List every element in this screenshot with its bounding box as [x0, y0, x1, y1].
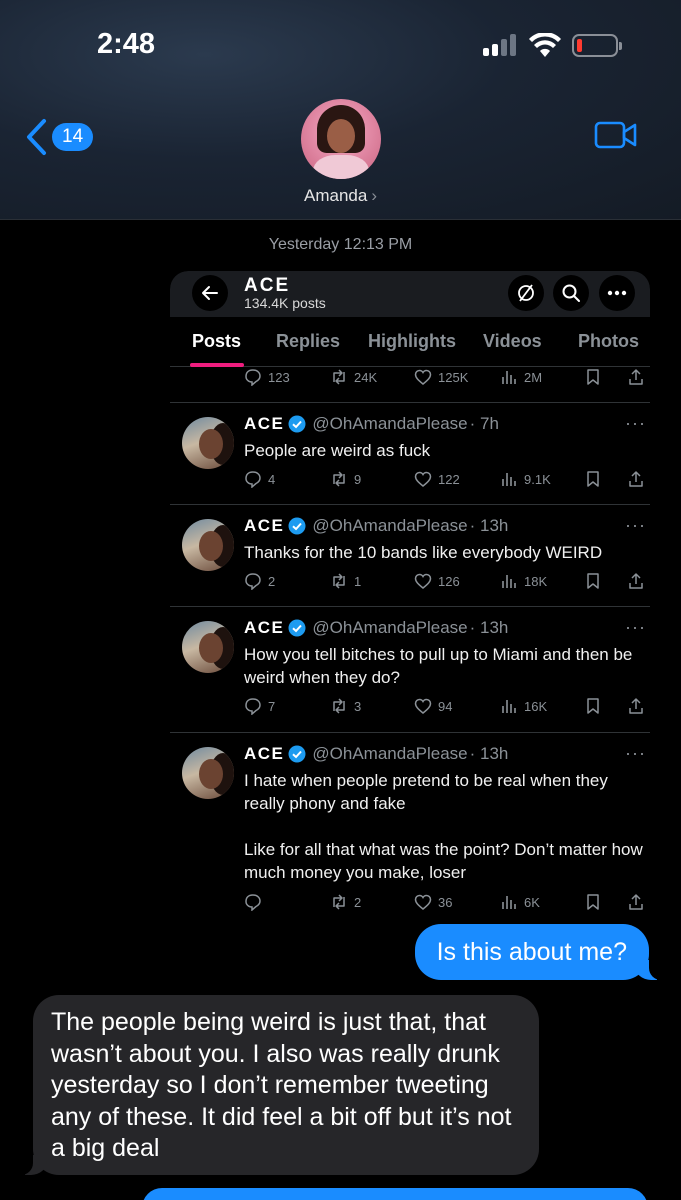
bookmark-icon — [584, 697, 602, 715]
wifi-icon — [529, 33, 561, 57]
like-icon: 126 — [414, 572, 460, 590]
chevron-left-icon — [27, 119, 46, 155]
bookmark-icon — [584, 470, 602, 488]
x-more-button — [599, 275, 635, 311]
tweet-text: How you tell bitches to pull up to Miami… — [244, 645, 633, 687]
back-button[interactable]: 14 — [24, 117, 94, 157]
x-tab-bar: Posts Replies Highlights Videos Photos — [170, 327, 650, 367]
like-icon: 125K — [414, 368, 468, 386]
contact-avatar[interactable] — [301, 99, 381, 179]
x-tab-replies: Replies — [276, 331, 341, 351]
tweet-divider — [170, 504, 650, 505]
x-action-row: 123 24K 125K 2M — [244, 368, 650, 390]
x-search-button — [553, 275, 589, 311]
video-call-icon[interactable] — [594, 120, 638, 150]
repost-icon: 1 — [330, 572, 361, 590]
more-dots-icon: ··· — [625, 413, 646, 433]
bookmark-icon — [584, 572, 602, 590]
more-dots-icon: ··· — [625, 743, 646, 763]
more-dots-icon — [607, 290, 627, 296]
x-post-count: 134.4K posts — [244, 295, 326, 311]
share-icon — [627, 697, 645, 715]
slash-circle-icon — [518, 284, 534, 302]
views-icon: 6K — [500, 893, 540, 911]
tweet-divider — [170, 606, 650, 607]
chevron-right-icon: › — [371, 186, 377, 205]
repost-icon: 24K — [330, 368, 377, 386]
views-icon: 16K — [500, 697, 547, 715]
tweet-divider — [170, 732, 650, 733]
x-active-tab-indicator — [190, 363, 244, 367]
repost-icon: 2 — [330, 893, 361, 911]
x-avatar — [182, 417, 234, 469]
views-icon: 2M — [500, 368, 542, 386]
verified-badge-icon — [288, 415, 306, 433]
outgoing-message-bubble-partial[interactable] — [142, 1188, 648, 1200]
share-icon — [627, 368, 645, 386]
x-tab-videos: Videos — [483, 331, 542, 351]
contact-name[interactable]: Amanda › — [0, 186, 681, 206]
reply-icon — [244, 893, 268, 911]
x-profile-topbar: ACE 134.4K posts — [170, 271, 650, 317]
more-dots-icon: ··· — [625, 617, 646, 637]
x-tab-posts: Posts — [192, 331, 242, 351]
message-timestamp: Yesterday 12:13 PM — [268, 236, 413, 253]
x-profile-name: ACE — [244, 275, 291, 296]
reply-icon: 2 — [244, 572, 275, 590]
x-back-button — [192, 275, 228, 311]
share-icon — [627, 893, 645, 911]
tweet-text: I hate when people pretend to be real wh… — [244, 771, 643, 882]
incoming-message-bubble[interactable]: The people being weird is just that, tha… — [11, 995, 539, 1175]
status-time: 2:48 — [97, 28, 156, 60]
share-icon — [627, 470, 645, 488]
reply-icon: 123 — [244, 368, 290, 386]
arrow-left-icon — [202, 286, 218, 300]
like-icon: 94 — [414, 697, 452, 715]
share-icon — [627, 572, 645, 590]
x-grok-button — [508, 275, 544, 311]
verified-badge-icon — [288, 517, 306, 535]
search-icon — [562, 284, 580, 302]
outgoing-message-bubble[interactable]: Is this about me? — [414, 924, 672, 980]
repost-icon: 9 — [330, 470, 361, 488]
verified-badge-icon — [288, 619, 306, 637]
reply-icon: 7 — [244, 697, 275, 715]
x-avatar — [182, 519, 234, 571]
screenshot-attachment[interactable]: ACE 134.4K posts Posts Replies Highlight… — [170, 271, 650, 919]
tweet-text: Thanks for the 10 bands like everybody W… — [244, 543, 603, 562]
bookmark-icon — [584, 368, 602, 386]
x-tweet: ACE @OhAmandaPlease · 7h ··· People are w… — [170, 413, 650, 503]
x-avatar — [182, 621, 234, 673]
x-tweet: ACE @OhAmandaPlease · 13h ··· Thanks for … — [170, 515, 650, 605]
x-tab-highlights: Highlights — [368, 331, 456, 351]
tweet-divider — [170, 402, 650, 403]
like-icon: 122 — [414, 470, 460, 488]
x-tab-photos: Photos — [578, 331, 639, 351]
unread-count-badge: 14 — [52, 123, 94, 151]
tweet-text: People are weird as fuck — [244, 441, 431, 460]
verified-badge-icon — [288, 745, 306, 763]
battery-icon — [572, 34, 622, 57]
views-icon: 18K — [500, 572, 547, 590]
views-icon: 9.1K — [500, 470, 551, 488]
reply-icon: 4 — [244, 470, 275, 488]
more-dots-icon: ··· — [625, 515, 646, 535]
cellular-signal-icon — [483, 34, 519, 56]
like-icon: 36 — [414, 893, 452, 911]
x-tweet: ACE @OhAmandaPlease · 13h ··· I hate when… — [170, 743, 650, 913]
x-avatar — [182, 747, 234, 799]
bookmark-icon — [584, 893, 602, 911]
x-tweet: ACE @OhAmandaPlease · 13h ··· How you tel… — [170, 617, 650, 731]
conversation-header: 2:48 14 Amanda › — [0, 0, 681, 220]
repost-icon: 3 — [330, 697, 361, 715]
